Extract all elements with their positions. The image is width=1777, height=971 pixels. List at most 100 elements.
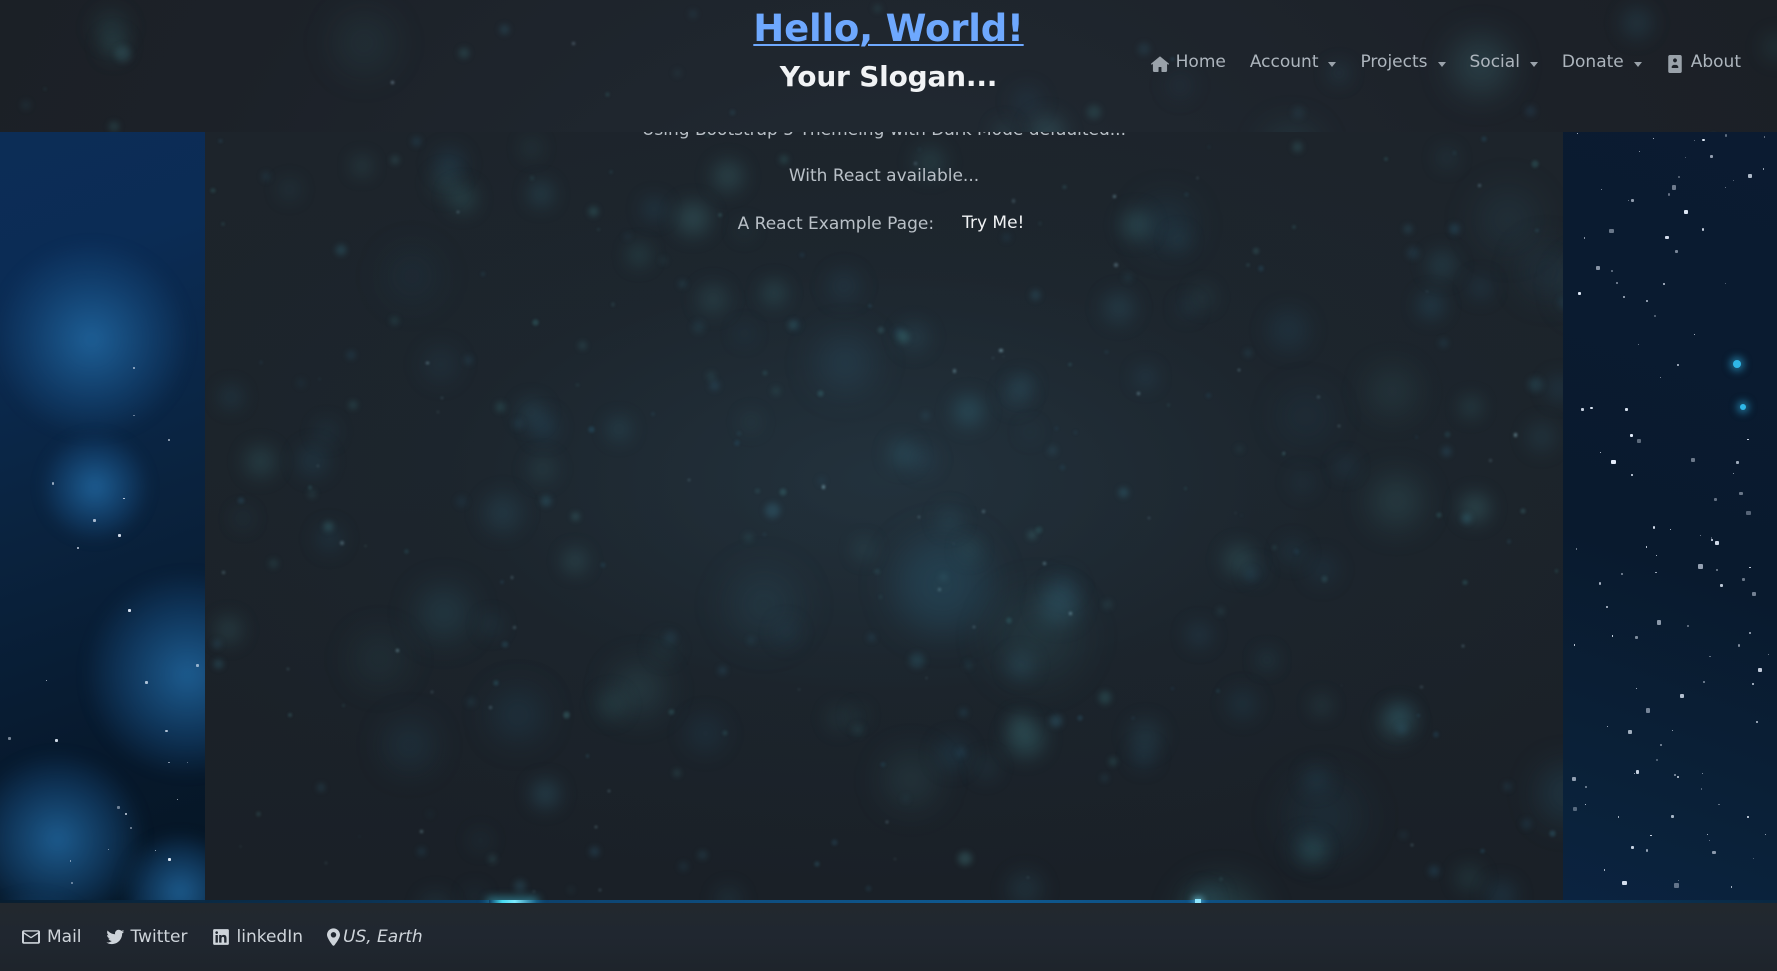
star-speck bbox=[1747, 174, 1752, 179]
star-speck bbox=[1572, 806, 1577, 811]
star-speck bbox=[1622, 880, 1627, 886]
star-speck bbox=[1629, 433, 1634, 438]
star-speck bbox=[1756, 721, 1758, 723]
star-speck bbox=[54, 739, 58, 742]
nav-item-about[interactable]: About bbox=[1654, 50, 1753, 75]
star-speck bbox=[1645, 546, 1648, 548]
star-speck bbox=[1645, 299, 1648, 302]
star-speck bbox=[1747, 438, 1749, 441]
footer-links: Mail Twitter linkedIn US, Earth bbox=[0, 923, 435, 951]
star-speck bbox=[1706, 834, 1708, 836]
star-speck bbox=[1656, 620, 1662, 625]
star-speck bbox=[1590, 406, 1593, 409]
nav-label-projects: Projects bbox=[1360, 52, 1428, 72]
nav-item-social[interactable]: Social bbox=[1458, 50, 1550, 75]
twitter-bird-icon bbox=[105, 928, 124, 946]
star-speck bbox=[1578, 292, 1581, 295]
brand-link[interactable]: Hello, World! bbox=[753, 7, 1024, 51]
right-decorative-panel bbox=[1563, 132, 1777, 902]
star-speck bbox=[1573, 644, 1575, 646]
star-speck bbox=[1733, 179, 1735, 181]
nav-label-donate: Donate bbox=[1561, 52, 1624, 72]
star-speck bbox=[1700, 787, 1703, 790]
star-speck bbox=[129, 827, 132, 830]
nav-label-home: Home bbox=[1175, 52, 1226, 72]
nav-item-home[interactable]: Home bbox=[1139, 50, 1238, 75]
star-speck bbox=[132, 367, 135, 370]
star-speck bbox=[1623, 296, 1625, 298]
star-speck bbox=[1611, 270, 1614, 272]
main-content-area: Using Bootstrap 5 Themeing with Dark Mod… bbox=[205, 132, 1563, 902]
try-me-button[interactable]: Try Me! bbox=[956, 209, 1030, 239]
intro-line-1: Using Bootstrap 5 Themeing with Dark Mod… bbox=[205, 132, 1563, 144]
star-speck bbox=[1639, 150, 1641, 152]
address-card-icon bbox=[1666, 54, 1684, 73]
star-speck bbox=[1635, 636, 1639, 640]
star-speck bbox=[1677, 175, 1680, 178]
nav-item-account[interactable]: Account bbox=[1238, 50, 1349, 75]
star-speck bbox=[1665, 235, 1669, 239]
footer-item-linkedin[interactable]: linkedIn bbox=[200, 923, 316, 951]
react-example-row: A React Example Page: Try Me! bbox=[738, 209, 1031, 239]
star-speck bbox=[1674, 773, 1677, 777]
star-speck bbox=[1659, 743, 1663, 747]
nav-item-projects[interactable]: Projects bbox=[1348, 50, 1457, 75]
star-speck bbox=[1652, 526, 1656, 529]
star-speck bbox=[1685, 156, 1687, 158]
star-speck bbox=[195, 663, 199, 667]
star-speck bbox=[1747, 816, 1749, 818]
envelope-icon bbox=[22, 928, 40, 946]
star-speck bbox=[1606, 726, 1608, 728]
footer-label-twitter: Twitter bbox=[130, 927, 188, 947]
star-speck bbox=[1669, 528, 1671, 531]
star-speck bbox=[1699, 534, 1702, 537]
star-speck bbox=[133, 414, 135, 417]
content-stage: Using Bootstrap 5 Themeing with Dark Mod… bbox=[0, 132, 1777, 902]
nav-label-social: Social bbox=[1469, 52, 1520, 72]
intro-line-2: With React available... bbox=[788, 165, 980, 186]
footer-item-location[interactable]: US, Earth bbox=[315, 923, 435, 951]
star-speck bbox=[1739, 491, 1744, 496]
star-speck bbox=[1674, 883, 1679, 888]
star-speck bbox=[128, 609, 132, 612]
star-speck bbox=[1712, 850, 1716, 855]
star-speck bbox=[1702, 772, 1704, 774]
star-speck bbox=[1701, 228, 1705, 232]
star-speck bbox=[1659, 377, 1661, 379]
footer-item-twitter[interactable]: Twitter bbox=[94, 923, 200, 951]
star-speck bbox=[1617, 816, 1619, 818]
nav-item-donate[interactable]: Donate bbox=[1550, 50, 1654, 75]
star-speck bbox=[1575, 548, 1578, 550]
star-speck bbox=[1630, 199, 1634, 203]
star-speck bbox=[1635, 688, 1637, 690]
star-speck bbox=[1686, 624, 1690, 628]
star-speck bbox=[1645, 848, 1649, 852]
star-speck bbox=[1633, 773, 1635, 775]
star-speck bbox=[177, 798, 179, 800]
star-speck bbox=[1752, 591, 1756, 596]
page-root: Hello, World! Your Slogan... Home Accoun… bbox=[0, 0, 1777, 971]
star-speck bbox=[1677, 776, 1680, 778]
star-speck bbox=[1732, 472, 1735, 475]
star-speck bbox=[1672, 730, 1674, 732]
chevron-down-icon bbox=[1437, 62, 1446, 68]
star-speck bbox=[1764, 834, 1767, 836]
bright-star bbox=[1740, 404, 1746, 410]
star-speck bbox=[118, 534, 121, 537]
footer-item-mail[interactable]: Mail bbox=[10, 923, 94, 951]
star-speck bbox=[1645, 708, 1651, 713]
star-speck bbox=[1601, 189, 1603, 191]
star-speck bbox=[144, 680, 148, 684]
linkedin-icon bbox=[212, 928, 230, 946]
site-header: Hello, World! Your Slogan... Home Accoun… bbox=[0, 0, 1777, 132]
star-speck bbox=[1621, 573, 1623, 575]
star-speck bbox=[1603, 869, 1606, 871]
star-speck bbox=[1585, 786, 1587, 788]
star-speck bbox=[1763, 136, 1766, 138]
star-speck bbox=[1716, 569, 1719, 572]
star-speck bbox=[69, 860, 71, 862]
star-speck bbox=[1636, 438, 1642, 444]
star-speck bbox=[1631, 474, 1634, 477]
panel-glow bbox=[85, 572, 205, 777]
star-speck bbox=[1749, 566, 1751, 568]
